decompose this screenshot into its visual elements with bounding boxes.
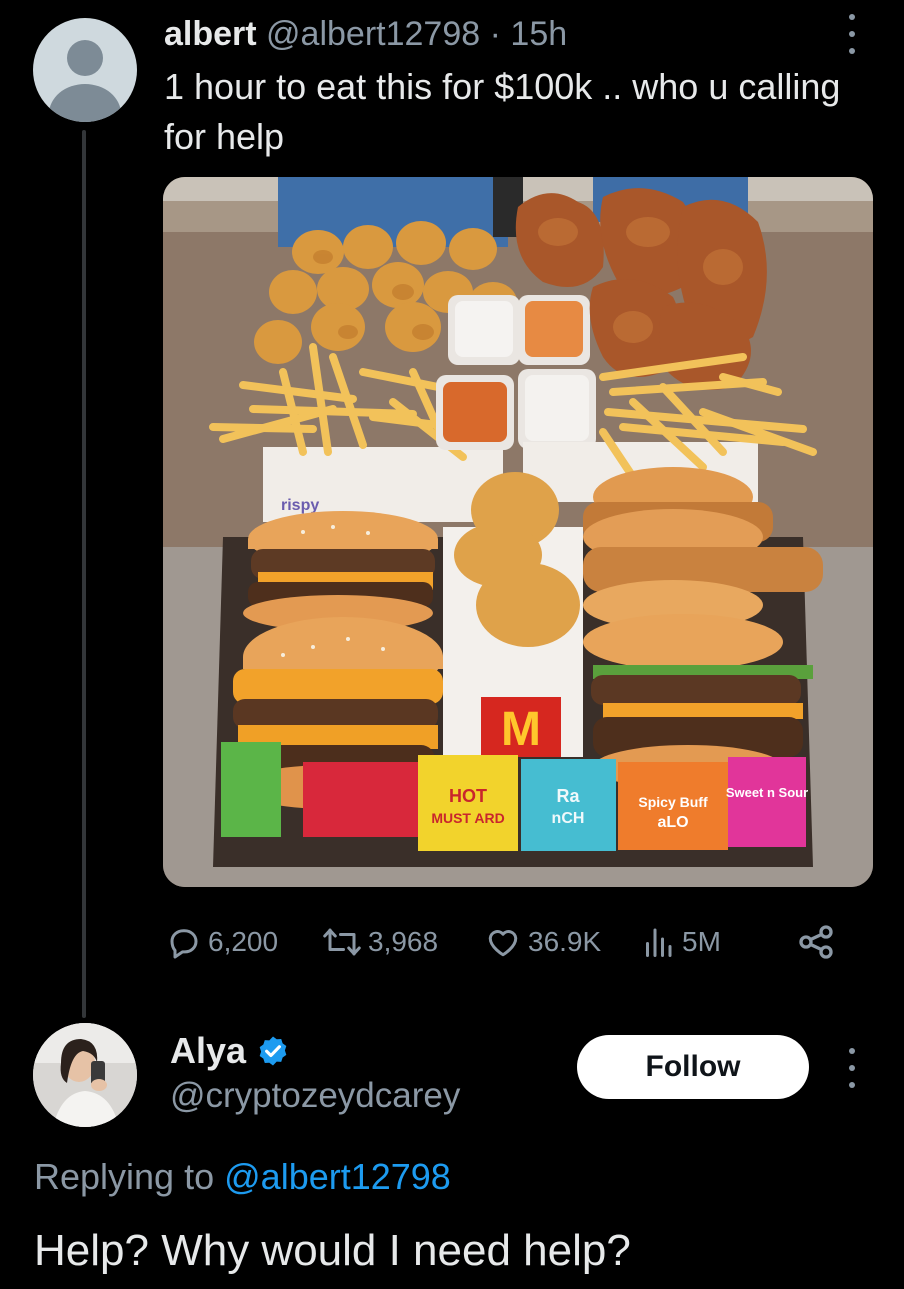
svg-text:aLO: aLO [657, 814, 688, 831]
post-timestamp[interactable]: 15h [510, 15, 567, 53]
svg-text:rispy: rispy [281, 497, 319, 514]
like-count: 36.9K [528, 926, 602, 957]
photo-fast-food-tray: rispy M HOT MUST ARD Ra nCH Spicy Buff a… [163, 177, 873, 887]
thread-connector-line [82, 130, 86, 1018]
svg-text:Sweet n Sour: Sweet n Sour [726, 785, 808, 800]
views-chart-icon [646, 928, 672, 957]
author-name[interactable]: albert [164, 15, 257, 53]
author-avatar[interactable] [33, 18, 137, 122]
replying-to-line: Replying to @albert12798 [34, 1156, 451, 1198]
reply-icon [170, 929, 198, 959]
reply-button[interactable]: 6,200 [166, 918, 278, 966]
reply-author-name-row: Alya [170, 1030, 290, 1072]
author-handle[interactable]: @albert12798 [266, 15, 480, 53]
share-button[interactable] [796, 918, 836, 966]
follow-button[interactable]: Follow [577, 1035, 809, 1099]
post-text: 1 hour to eat this for $100k .. who u ca… [164, 66, 841, 157]
more-options-icon[interactable] [846, 14, 858, 54]
reply-count: 6,200 [208, 926, 279, 957]
replying-to-label: Replying to [34, 1156, 215, 1197]
reply-text: Help? Why would I need help? [34, 1226, 631, 1275]
reply-author-name[interactable]: Alya [170, 1030, 246, 1072]
replying-to-mention[interactable]: @albert12798 [224, 1156, 451, 1197]
reply-author-avatar[interactable] [33, 1023, 137, 1127]
reply-author-handle[interactable]: @cryptozeydcarey [170, 1076, 460, 1116]
views-count: 5M [682, 926, 721, 957]
post-header: albert @albert12798 · 15h [164, 14, 567, 54]
post-action-bar: 6,200 3,968 36.9K 5M [166, 918, 846, 966]
verified-badge-icon [259, 1036, 287, 1066]
more-options-icon[interactable] [846, 1048, 858, 1088]
repost-button[interactable]: 3,968 [322, 918, 438, 966]
repost-count: 3,968 [368, 926, 439, 957]
svg-text:nCH: nCH [552, 810, 585, 827]
svg-text:Spicy Buff: Spicy Buff [638, 794, 708, 810]
separator-dot: · [489, 15, 501, 53]
svg-text:MUST ARD: MUST ARD [431, 810, 504, 826]
post-media-image[interactable]: rispy M HOT MUST ARD Ra nCH Spicy Buff a… [163, 177, 873, 887]
svg-text:Ra: Ra [556, 786, 580, 806]
svg-text:HOT: HOT [449, 786, 487, 806]
svg-text:M: M [501, 703, 541, 756]
like-button[interactable]: 36.9K [484, 918, 601, 966]
views-button[interactable]: 5M [640, 918, 721, 966]
profile-photo-icon [33, 1023, 137, 1127]
repost-icon [323, 928, 361, 956]
default-profile-icon [67, 40, 103, 76]
heart-icon [488, 930, 518, 957]
share-icon [799, 925, 833, 959]
